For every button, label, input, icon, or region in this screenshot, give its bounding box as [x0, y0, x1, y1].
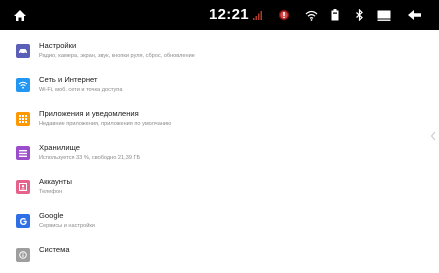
settings-item-google[interactable]: Google Сервисы и настройки [0, 205, 439, 239]
settings-item-title: Приложения и уведомления [39, 109, 139, 118]
settings-item-subtitle: Wi-Fi, моб. сети и точка доступа [39, 87, 123, 93]
settings-item-title: Настройки [39, 41, 77, 50]
settings-item-settings[interactable]: Настройки Радио, камера, экран, звук, кн… [0, 35, 439, 69]
status-bar: 12:21 [0, 0, 439, 30]
settings-item-accounts[interactable]: Аккаунты Телефон [0, 171, 439, 205]
settings-item-subtitle: Недавние приложения, приложения по умолч… [39, 121, 172, 127]
wifi-icon [304, 0, 318, 30]
settings-item-system[interactable]: Система [0, 239, 439, 273]
status-time: 12:21 [209, 6, 249, 23]
storage-icon [16, 146, 30, 160]
settings-item-subtitle: Используется 33 %, свободно 21,39 ГБ [39, 155, 141, 161]
settings-item-network[interactable]: Сеть и Интернет Wi-Fi, моб. сети и точка… [0, 69, 439, 103]
account-icon [16, 180, 30, 194]
settings-item-title: Сеть и Интернет [39, 75, 98, 84]
system-icon [16, 248, 30, 262]
settings-item-subtitle: Радио, камера, экран, звук, кнопки руля,… [39, 53, 195, 59]
settings-item-apps[interactable]: Приложения и уведомления Недавние прилож… [0, 103, 439, 137]
home-icon[interactable] [10, 0, 30, 30]
bluetooth-icon [353, 0, 365, 30]
settings-item-title: Хранилище [39, 143, 81, 152]
settings-item-subtitle: Сервисы и настройки [39, 223, 95, 229]
settings-item-title: Аккаунты [39, 177, 72, 186]
settings-item-title: Google [39, 211, 64, 220]
window-icon[interactable] [376, 0, 392, 30]
google-icon [16, 214, 30, 228]
back-icon[interactable] [404, 0, 424, 30]
alert-icon [277, 0, 291, 30]
car-icon [16, 44, 30, 58]
signal-icon [251, 0, 265, 30]
settings-item-storage[interactable]: Хранилище Используется 33 %, свободно 21… [0, 137, 439, 171]
chevron-left-icon[interactable] [430, 128, 436, 141]
battery-icon [329, 0, 341, 30]
apps-icon [16, 112, 30, 126]
settings-item-title: Система [39, 245, 70, 254]
settings-item-subtitle: Телефон [39, 189, 63, 195]
wifi-icon [16, 78, 30, 92]
